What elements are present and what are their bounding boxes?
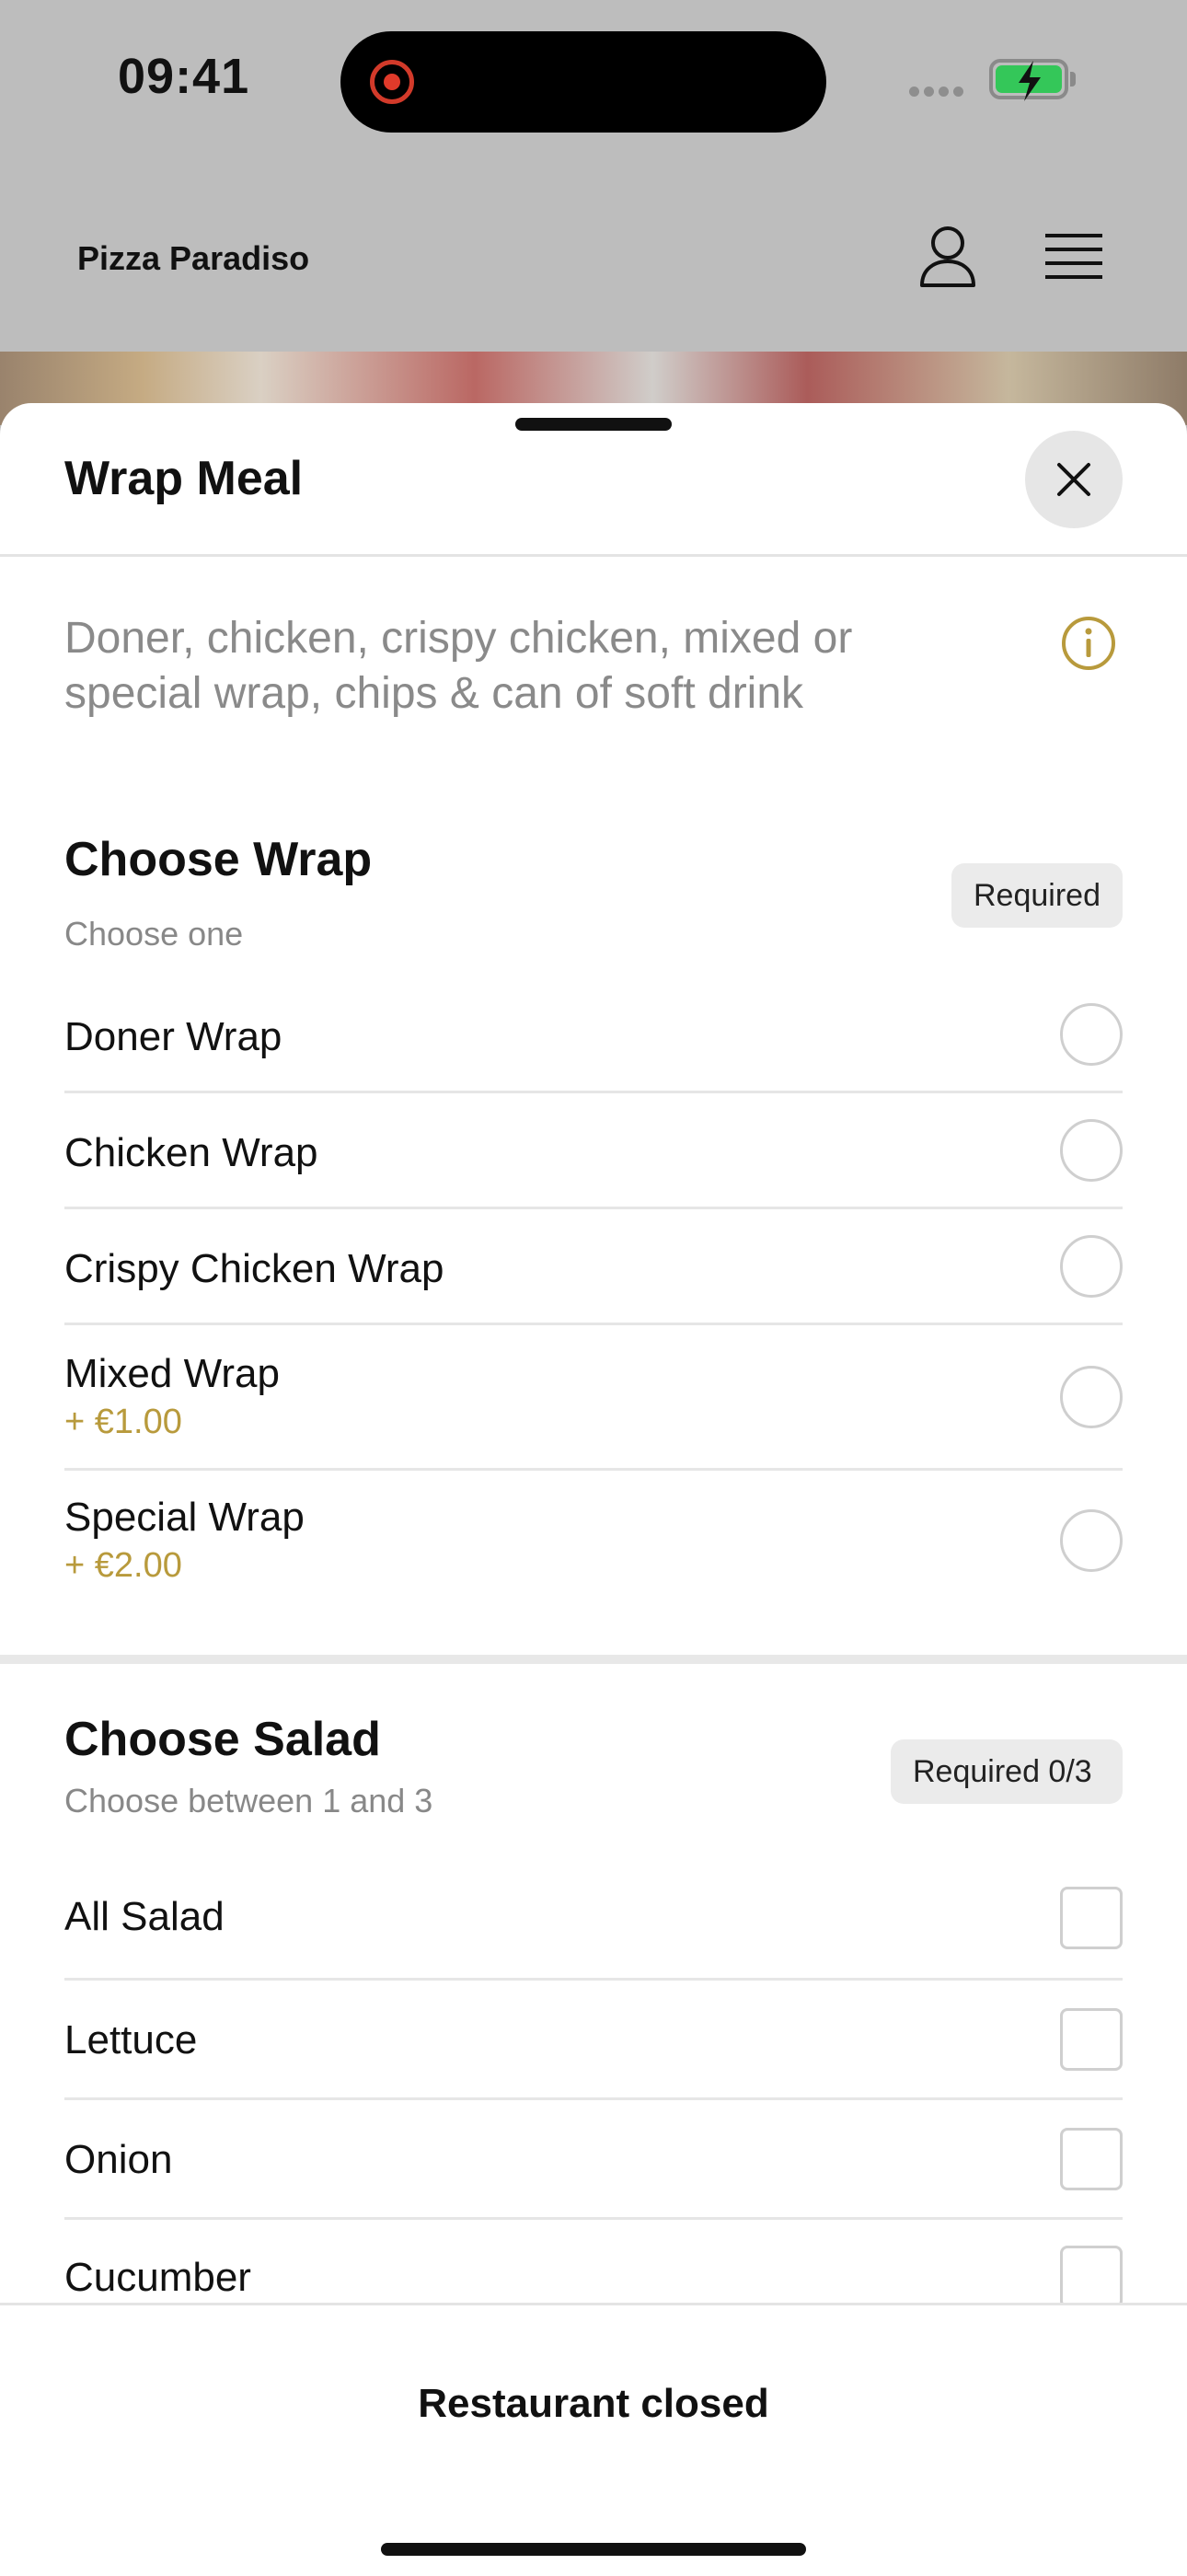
radio-button[interactable]	[1060, 1003, 1123, 1066]
option-label: Cucumber	[64, 2255, 251, 2300]
section-divider	[0, 1655, 1187, 1664]
battery-icon	[989, 59, 1068, 101]
option-price: + €2.00	[64, 1546, 182, 1585]
item-description: Doner, chicken, crispy chicken, mixed or…	[64, 614, 853, 718]
option-crispy-chicken-wrap[interactable]: Crispy Chicken Wrap	[64, 1209, 1123, 1325]
option-label: Onion	[64, 2137, 173, 2182]
bottom-bar: Restaurant closed	[0, 2303, 1187, 2576]
home-indicator[interactable]	[381, 2543, 806, 2556]
checkbox[interactable]	[1060, 2008, 1123, 2071]
radio-button[interactable]	[1060, 1509, 1123, 1572]
section-subtitle-wrap: Choose one	[64, 915, 244, 953]
battery-tip	[1070, 72, 1076, 87]
dynamic-island	[340, 31, 826, 133]
required-count-badge: Required 0/3	[891, 1739, 1123, 1804]
checkbox[interactable]	[1060, 2246, 1123, 2308]
item-sheet: Wrap Meal Doner, chicken, crispy chicken…	[0, 403, 1187, 2573]
sheet-title: Wrap Meal	[64, 452, 304, 505]
option-price: + €1.00	[64, 1403, 182, 1441]
option-onion[interactable]: Onion	[64, 2100, 1123, 2220]
section-title-salad: Choose Salad	[64, 1713, 381, 1766]
checkbox[interactable]	[1060, 1887, 1123, 1949]
radio-button[interactable]	[1060, 1119, 1123, 1182]
option-label: Doner Wrap	[64, 1014, 282, 1059]
option-label: Crispy Chicken Wrap	[64, 1246, 444, 1291]
option-label: Mixed Wrap	[64, 1351, 280, 1396]
restaurant-closed-label: Restaurant closed	[418, 2381, 769, 2426]
required-badge: Required	[951, 863, 1123, 928]
status-time: 09:41	[118, 49, 250, 104]
radio-button[interactable]	[1060, 1366, 1123, 1428]
header-divider	[0, 554, 1187, 557]
close-button[interactable]	[1025, 431, 1123, 528]
close-icon	[1057, 463, 1090, 496]
option-label: Lettuce	[64, 2017, 198, 2062]
section-subtitle-salad: Choose between 1 and 3	[64, 1782, 433, 1819]
record-icon	[370, 60, 414, 104]
menu-icon[interactable]	[1043, 230, 1104, 288]
option-special-wrap[interactable]: Special Wrap + €2.00	[64, 1471, 1123, 1616]
restaurant-name[interactable]: Pizza Paradiso	[77, 239, 309, 278]
option-label: All Salad	[64, 1894, 225, 1939]
option-lettuce[interactable]: Lettuce	[64, 1981, 1123, 2100]
radio-button[interactable]	[1060, 1235, 1123, 1298]
option-chicken-wrap[interactable]: Chicken Wrap	[64, 1093, 1123, 1209]
option-all-salad[interactable]: All Salad	[64, 1850, 1123, 1981]
option-mixed-wrap[interactable]: Mixed Wrap + €1.00	[64, 1325, 1123, 1471]
option-doner-wrap[interactable]: Doner Wrap	[64, 976, 1123, 1093]
sheet-grabber[interactable]	[515, 418, 672, 431]
info-icon[interactable]	[1060, 615, 1117, 676]
profile-icon[interactable]	[918, 225, 977, 294]
section-title-wrap: Choose Wrap	[64, 833, 373, 886]
checkbox[interactable]	[1060, 2128, 1123, 2190]
option-label: Chicken Wrap	[64, 1130, 318, 1175]
signal-icon	[909, 85, 968, 101]
option-label: Special Wrap	[64, 1495, 305, 1540]
